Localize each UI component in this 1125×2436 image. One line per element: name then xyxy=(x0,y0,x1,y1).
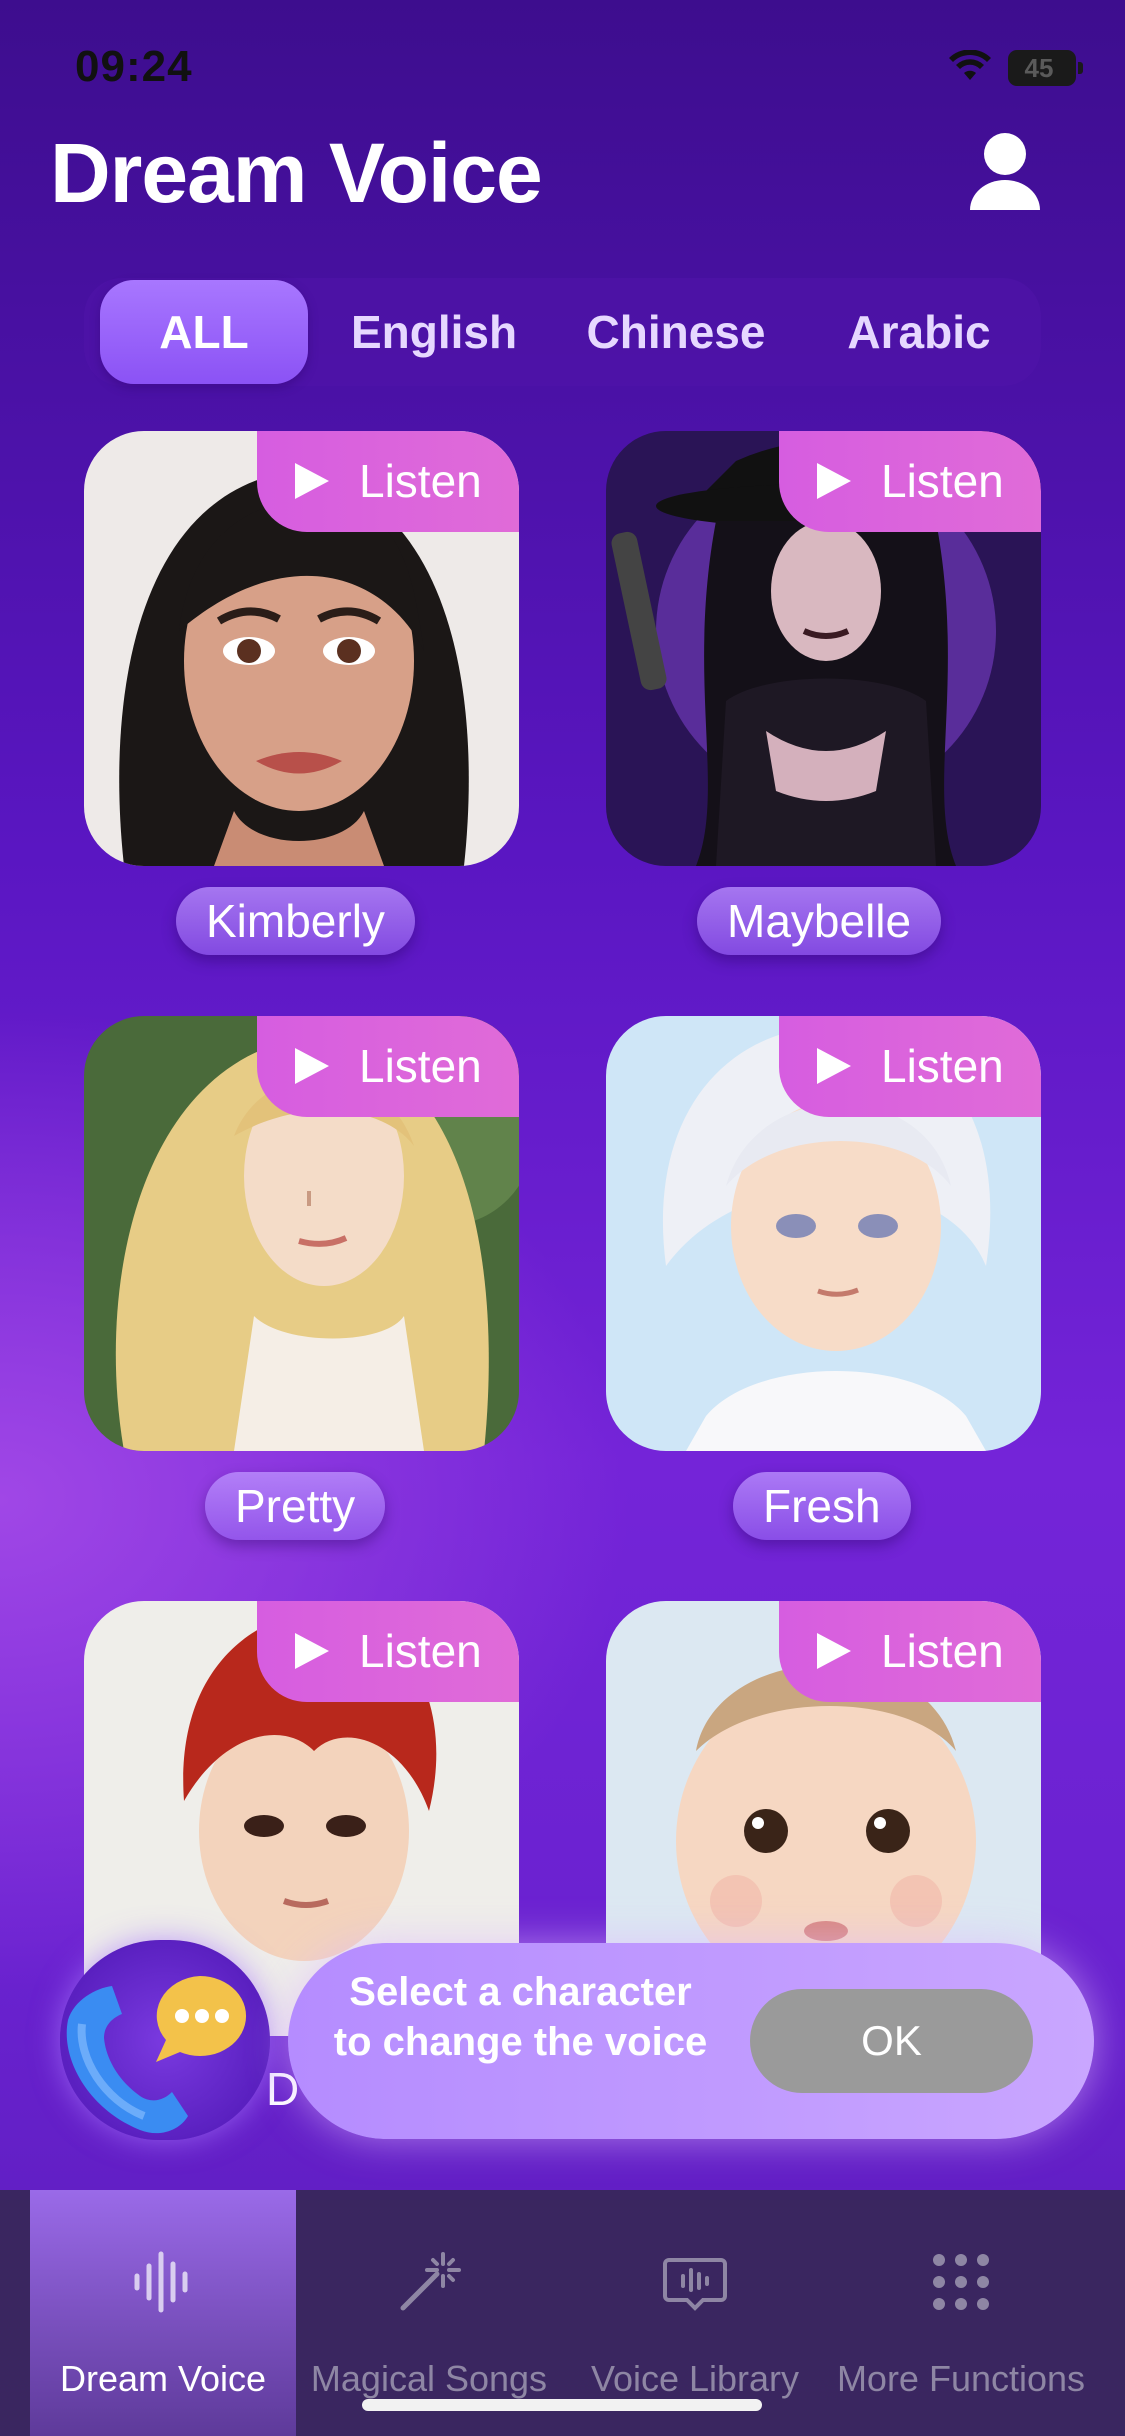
character-name: Kimberly xyxy=(176,887,415,955)
grid-dots-icon xyxy=(933,2254,989,2310)
toast-message: Select a character to change the voice xyxy=(333,1970,708,2064)
listen-button[interactable]: Listen xyxy=(257,431,519,532)
character-card-fresh[interactable]: Listen xyxy=(606,1016,1041,1451)
nav-dream-voice[interactable]: Dream Voice xyxy=(30,2190,296,2436)
phone-chat-icon xyxy=(66,1976,247,2134)
character-card-kimberly[interactable]: Listen xyxy=(84,431,519,866)
listen-label: Listen xyxy=(359,455,482,507)
listen-button[interactable]: Listen xyxy=(257,1601,519,1702)
listen-label: Listen xyxy=(881,455,1004,507)
play-icon xyxy=(295,1048,329,1084)
character-card-pretty[interactable]: Listen xyxy=(84,1016,519,1451)
nav-more-functions[interactable]: More Functions xyxy=(828,2190,1094,2436)
play-icon xyxy=(817,463,851,499)
play-icon xyxy=(295,463,329,499)
play-icon xyxy=(817,1633,851,1669)
listen-button[interactable]: Listen xyxy=(779,1601,1041,1702)
character-card-maybelle[interactable]: Listen xyxy=(606,431,1041,866)
character-name: Maybelle xyxy=(697,887,942,955)
play-icon xyxy=(817,1048,851,1084)
waveform-icon xyxy=(134,2251,188,2313)
nav-label: Voice Library xyxy=(590,2358,800,2399)
nav-label: Dream Voice xyxy=(59,2358,267,2399)
listen-button[interactable]: Listen xyxy=(257,1016,519,1117)
library-icon xyxy=(663,2258,727,2311)
listen-label: Listen xyxy=(359,1625,482,1677)
nav-label: More Functions xyxy=(836,2358,1086,2399)
listen-label: Listen xyxy=(359,1040,482,1092)
home-indicator[interactable] xyxy=(362,2399,762,2411)
listen-button[interactable]: Listen xyxy=(779,431,1041,532)
character-name: Fresh xyxy=(733,1472,911,1540)
nav-label: Magical Songs xyxy=(310,2358,548,2399)
listen-label: Listen xyxy=(881,1040,1004,1092)
listen-label: Listen xyxy=(881,1625,1004,1677)
ok-button[interactable]: OK xyxy=(750,1989,1033,2093)
listen-button[interactable]: Listen xyxy=(779,1016,1041,1117)
play-icon xyxy=(295,1633,329,1669)
character-grid: Listen Kimberly Listen Maybelle Listen P… xyxy=(0,0,1125,2190)
magic-wand-icon xyxy=(400,2252,461,2311)
voice-call-button[interactable] xyxy=(60,1940,270,2140)
character-name: Pretty xyxy=(205,1472,386,1540)
hint-toast: Select a character to change the voice O… xyxy=(288,1943,1094,2139)
